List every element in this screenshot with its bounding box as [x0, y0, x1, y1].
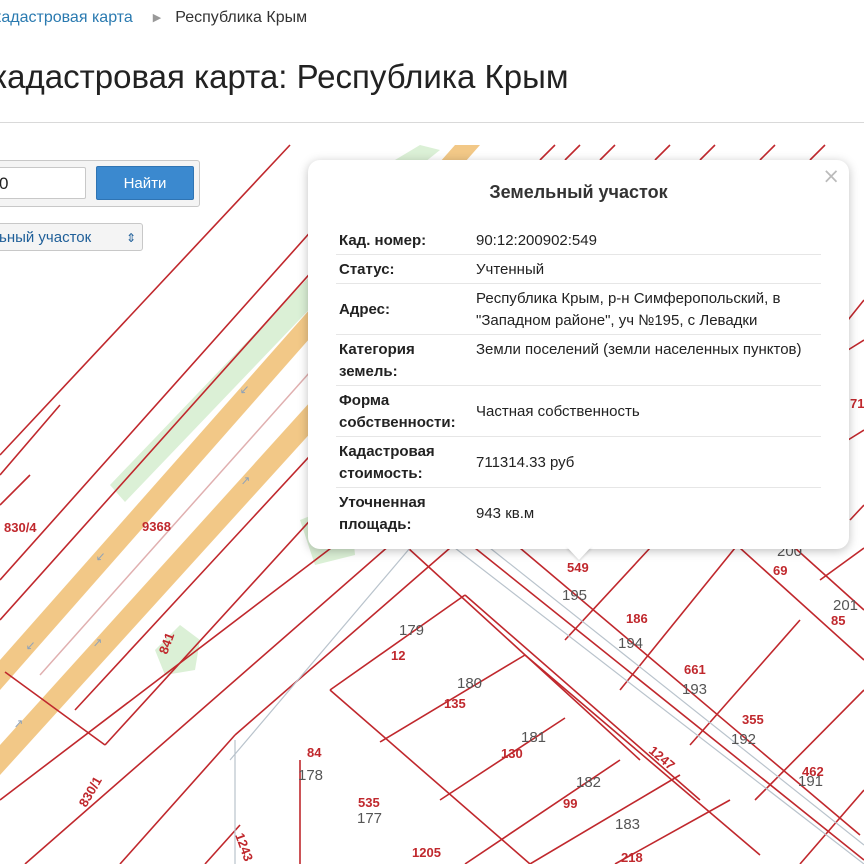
- map-label: 192: [731, 731, 756, 748]
- breadcrumb-current: Республика Крым: [175, 9, 308, 26]
- map-label: 1243: [232, 831, 256, 863]
- map-label: 549: [567, 560, 589, 575]
- row-value: Республика Крым, р-н Симферопольский, в …: [476, 290, 781, 329]
- row-label: Кадастровая стоимость:: [339, 443, 435, 482]
- chevron-up-down-icon: ⇕: [125, 231, 136, 245]
- map-label: 195: [562, 587, 587, 604]
- parcel-info-popup: × Земельный участок Кад. номер: 90:12:20…: [308, 160, 849, 549]
- map-label: 1205: [412, 845, 441, 860]
- map-label: 830/1: [76, 774, 105, 810]
- breadcrumb: кадастровая карта ▶ Республика Крым: [0, 9, 307, 31]
- map-label: 69: [773, 563, 787, 578]
- map-label: 535: [358, 795, 380, 810]
- row-value: 90:12:200902:549: [476, 232, 597, 249]
- map-label: 71: [850, 396, 864, 411]
- table-row: Адрес: Республика Крым, р-н Симферопольс…: [336, 285, 821, 335]
- map-label: 194: [618, 635, 643, 652]
- road-edges: [229, 547, 864, 864]
- row-value: 943 кв.м: [476, 505, 535, 522]
- table-row: Статус: Учтенный: [336, 256, 821, 284]
- map-label: 9368: [142, 519, 171, 534]
- map-label: 130: [501, 746, 523, 761]
- map-label: 201: [833, 597, 858, 614]
- row-value: Частная собственность: [476, 403, 640, 420]
- table-row: Уточненная площадь: 943 кв.м: [336, 489, 821, 538]
- row-label: Уточненная площадь:: [339, 494, 426, 533]
- map-label: 84: [307, 745, 322, 760]
- map-label: 830/4: [4, 520, 37, 535]
- map-label: 1247: [646, 743, 678, 773]
- row-label: Форма собственности:: [339, 392, 456, 431]
- table-row: Категория земель: Земли поселений (земли…: [336, 336, 821, 386]
- map-label: 99: [563, 796, 577, 811]
- object-type-value: ьный участок: [0, 229, 92, 246]
- map-label: 85: [831, 613, 845, 628]
- info-table[interactable]: Кад. номер: 90:12:200902:549 Статус: Учт…: [336, 227, 821, 542]
- search-input[interactable]: 0: [0, 167, 86, 199]
- map-label: 135: [444, 696, 466, 711]
- table-row: Форма собственности: Частная собственнос…: [336, 387, 821, 437]
- row-value: 711314.33 руб: [476, 454, 575, 471]
- row-label: Кад. номер:: [339, 232, 427, 249]
- map-label: 181: [521, 729, 546, 746]
- object-type-select[interactable]: ьный участок ⇕: [0, 223, 143, 251]
- row-label: Адрес:: [339, 301, 390, 318]
- search-button[interactable]: Найти: [96, 166, 194, 200]
- map-label: 182: [576, 774, 601, 791]
- map-label: 186: [626, 611, 648, 626]
- map-label: 183: [615, 816, 640, 833]
- divider: [0, 122, 864, 123]
- map-label: 179: [399, 622, 424, 639]
- row-label: Категория земель:: [339, 341, 415, 380]
- popup-pointer: [566, 546, 592, 560]
- plot-numbers: 179 180 181 178 182 177 183 195 194 193 …: [298, 543, 858, 833]
- page-title: кадастровая карта: Республика Крым: [0, 58, 569, 95]
- table-row: Кад. номер: 90:12:200902:549: [336, 227, 821, 255]
- map-label: 193: [682, 681, 707, 698]
- map-label: 218: [621, 850, 643, 864]
- row-value: Учтенный: [476, 261, 545, 278]
- map-label: 177: [357, 810, 382, 827]
- map-label: 355: [742, 712, 764, 727]
- row-label: Статус:: [339, 261, 395, 278]
- breadcrumb-link-cadastral-map[interactable]: кадастровая карта: [0, 9, 133, 26]
- map-label: 191: [798, 773, 823, 790]
- map-label: 661: [684, 662, 706, 677]
- map-label: 178: [298, 767, 323, 784]
- popup-title: Земельный участок: [489, 182, 668, 202]
- map-label: 180: [457, 675, 482, 692]
- map-label: 12: [391, 648, 405, 663]
- table-row: Кадастровая стоимость: 711314.33 руб: [336, 438, 821, 488]
- row-value: Земли поселений (земли населенных пункто…: [476, 341, 802, 358]
- chevron-right-icon: ▶: [152, 12, 162, 24]
